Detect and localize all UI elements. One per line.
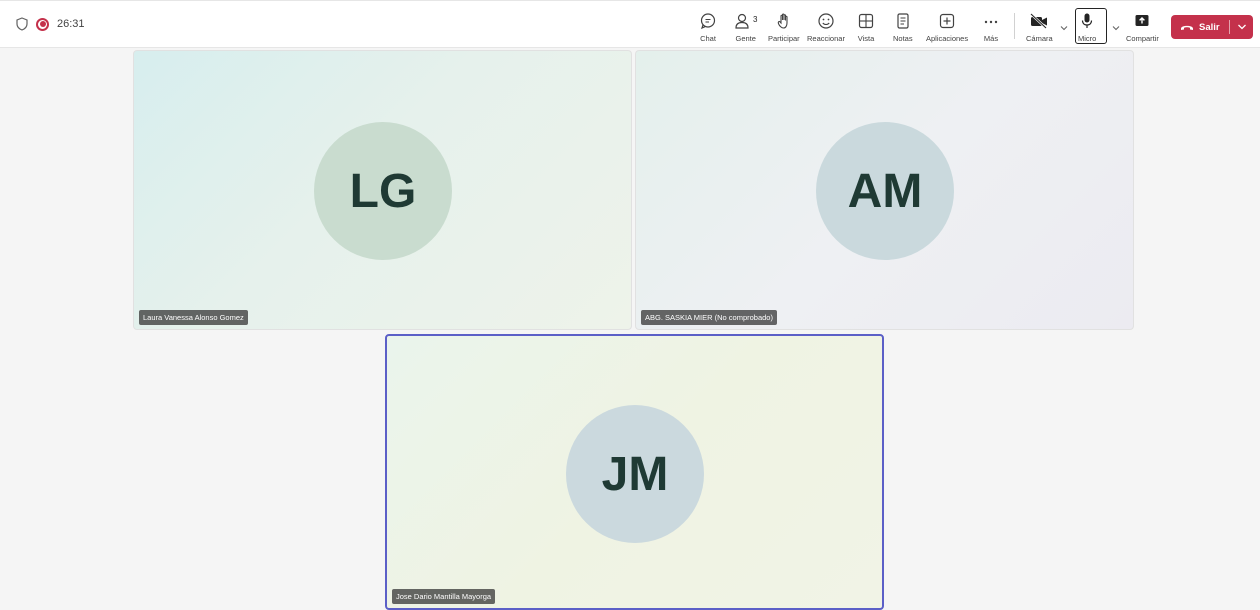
grid-view-icon	[858, 13, 874, 29]
view-label: Vista	[857, 34, 875, 43]
smiley-icon	[818, 13, 834, 29]
people-label: Gente	[735, 34, 756, 43]
mic-options-chevron-icon[interactable]	[1111, 23, 1121, 33]
people-icon	[735, 13, 749, 29]
camera-label: Cámara	[1026, 34, 1053, 43]
participant-name: Laura Vanessa Alonso Gomez	[139, 310, 248, 325]
shield-icon[interactable]	[16, 17, 28, 31]
microphone-icon	[1082, 13, 1093, 28]
participant-avatar: AM	[816, 122, 954, 260]
share-label: Compartir	[1126, 34, 1159, 43]
participant-tile-lg[interactable]: LG Laura Vanessa Alonso Gomez	[133, 50, 632, 330]
share-screen-icon	[1135, 15, 1149, 26]
camera-off-icon	[1030, 13, 1048, 29]
apps-button[interactable]: Aplicaciones	[926, 11, 968, 43]
video-stage: LG Laura Vanessa Alonso Gomez AM ABG. SA…	[0, 48, 1260, 610]
participant-name: Jose Dario Mantilla Mayorga	[392, 589, 496, 604]
camera-button[interactable]: Cámara	[1026, 11, 1053, 43]
view-button[interactable]: Vista	[857, 11, 875, 43]
meeting-toolbar: 26:31 Chat 3 Gente Participar Reaccionar…	[0, 0, 1260, 48]
more-label: Más	[983, 34, 999, 43]
recording-icon	[36, 17, 49, 31]
notes-label: Notas	[893, 34, 913, 43]
more-icon	[984, 20, 998, 24]
leave-main[interactable]: Salir	[1171, 15, 1229, 39]
meeting-timer: 26:31	[57, 18, 85, 30]
chevron-down-icon	[1237, 24, 1246, 30]
notes-icon	[897, 13, 909, 29]
leave-button[interactable]: Salir	[1171, 15, 1253, 39]
chat-icon	[700, 13, 716, 30]
add-app-icon	[939, 13, 955, 29]
participant-avatar: JM	[566, 405, 704, 543]
people-button[interactable]: 3 Gente	[734, 11, 757, 43]
phone-hangup-icon	[1181, 25, 1193, 30]
apps-label: Aplicaciones	[926, 34, 969, 43]
share-button[interactable]: Compartir	[1126, 11, 1159, 43]
mic-label: Micro	[1078, 34, 1097, 43]
chat-button[interactable]: Chat	[699, 11, 717, 43]
participant-tile-am[interactable]: AM ABG. SASKIA MIER (No comprobado)	[635, 50, 1134, 330]
participant-tile-jm-active-speaker[interactable]: JM Jose Dario Mantilla Mayorga	[385, 334, 884, 610]
mic-button[interactable]: Micro	[1078, 11, 1096, 43]
leave-options[interactable]	[1230, 15, 1253, 39]
participant-avatar: LG	[314, 122, 452, 260]
more-button[interactable]: Más	[982, 11, 1000, 43]
leave-label: Salir	[1199, 21, 1220, 33]
meeting-info: 26:31	[16, 17, 85, 31]
participant-name: ABG. SASKIA MIER (No comprobado)	[641, 310, 777, 325]
camera-options-chevron-icon[interactable]	[1059, 23, 1069, 33]
react-label: Reaccionar	[807, 34, 845, 43]
notes-button[interactable]: Notas	[893, 11, 913, 43]
react-button[interactable]: Reaccionar	[807, 11, 845, 43]
raise-hand-button[interactable]: Participar	[768, 11, 800, 43]
hand-icon	[777, 13, 788, 29]
chat-label: Chat	[700, 34, 716, 43]
people-count: 3	[753, 14, 758, 24]
toolbar-divider	[1014, 13, 1015, 39]
raise-hand-label: Participar	[768, 34, 800, 43]
